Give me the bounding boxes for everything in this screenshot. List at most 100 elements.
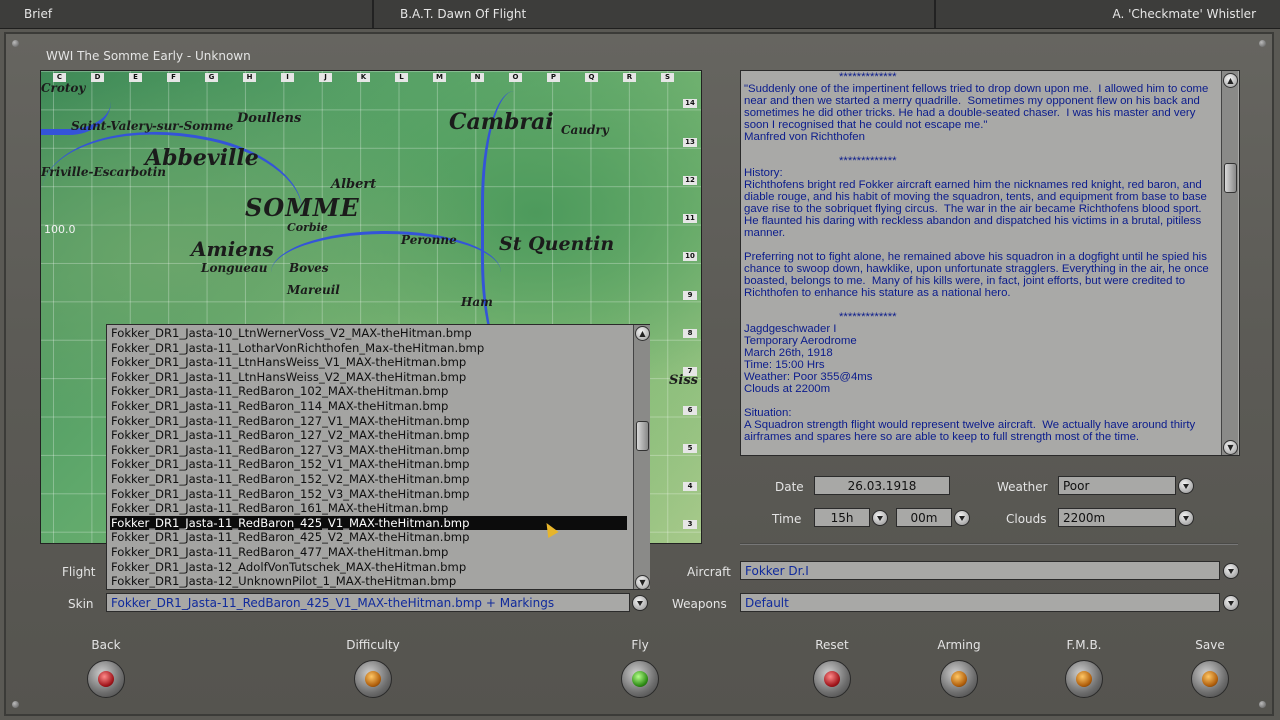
skin-list-item[interactable]: Fokker_DR1_Jasta-12_UnknownPilot_1_MAX-t…: [110, 574, 627, 589]
clouds-label: Clouds: [1006, 512, 1047, 526]
map-column-label: K: [357, 73, 370, 82]
map-column-label: H: [243, 73, 256, 82]
fmb-button[interactable]: F.M.B.: [1034, 638, 1134, 698]
pilot-name: A. 'Checkmate' Whistler: [1112, 7, 1257, 21]
map-town-label: Friville-Escarbotin: [41, 165, 166, 179]
map-row-label: 6: [683, 406, 697, 415]
arming-knob-icon[interactable]: [940, 660, 978, 698]
map-row-label: 14: [683, 99, 697, 108]
briefing-scrollbar[interactable]: ▲ ▼: [1221, 71, 1238, 455]
weather-field[interactable]: Poor: [1058, 476, 1176, 495]
map-row-label: 10: [683, 252, 697, 261]
hour-dropdown-icon[interactable]: [872, 510, 888, 526]
weapons-dropdown-icon[interactable]: [1223, 595, 1239, 611]
map-column-label: J: [319, 73, 332, 82]
skin-select[interactable]: Fokker_DR1_Jasta-11_RedBaron_425_V1_MAX-…: [106, 593, 630, 612]
scroll-up-icon[interactable]: ▲: [1223, 73, 1238, 88]
map-town-label: Peronne: [401, 233, 457, 247]
map-column-label: O: [509, 73, 522, 82]
aircraft-dropdown-icon[interactable]: [1223, 563, 1239, 579]
skin-dropdown-list[interactable]: Fokker_DR1_Jasta-10_LtnWernerVoss_V2_MAX…: [106, 324, 650, 590]
skin-list-item[interactable]: Fokker_DR1_Jasta-11_LtnHansWeiss_V1_MAX-…: [110, 355, 627, 370]
rivet: [1259, 40, 1266, 47]
map-town-label: Crotoy: [41, 81, 86, 95]
fly-knob-icon[interactable]: [621, 660, 659, 698]
map-row-label: 11: [683, 214, 697, 223]
flight-label: Flight: [62, 565, 96, 579]
scroll-down-icon[interactable]: ▼: [1223, 440, 1238, 455]
fmb-knob-icon[interactable]: [1065, 660, 1103, 698]
map-row-label: 12: [683, 176, 697, 185]
scroll-thumb[interactable]: [636, 421, 649, 451]
skin-list-item[interactable]: Fokker_DR1_Jasta-11_RedBaron_161_MAX-the…: [110, 501, 627, 516]
skin-list-item[interactable]: Fokker_DR1_Jasta-11_RedBaron_127_V1_MAX-…: [110, 414, 627, 429]
arming-button[interactable]: Arming: [909, 638, 1009, 698]
date-field[interactable]: 26.03.1918: [814, 476, 950, 495]
amber-lamp-icon: [365, 671, 381, 687]
reset-knob-icon[interactable]: [813, 660, 851, 698]
map-column-label: D: [91, 73, 104, 82]
aircraft-select[interactable]: Fokker Dr.I: [740, 561, 1220, 580]
map-column-label: P: [547, 73, 560, 82]
scroll-up-icon[interactable]: ▲: [635, 326, 650, 341]
weather-label: Weather: [997, 480, 1048, 494]
screen-name: Brief: [0, 0, 374, 28]
map-town-label: Amiens: [191, 237, 274, 261]
minute-dropdown-icon[interactable]: [954, 510, 970, 526]
clouds-field[interactable]: 2200m: [1058, 508, 1176, 527]
map-column-label: M: [433, 73, 446, 82]
skin-list-item[interactable]: Fokker_DR1_Jasta-11_RedBaron_152_V1_MAX-…: [110, 457, 627, 472]
save-button[interactable]: Save: [1160, 638, 1260, 698]
map-row-label: 5: [683, 444, 697, 453]
rivet: [12, 40, 19, 47]
weather-dropdown-icon[interactable]: [1178, 478, 1194, 494]
green-lamp-icon: [632, 671, 648, 687]
minute-field[interactable]: 00m: [896, 508, 952, 527]
scroll-thumb[interactable]: [1224, 163, 1237, 193]
title-bar: Brief B.A.T. Dawn Of Flight A. 'Checkmat…: [0, 0, 1280, 29]
skin-dropdown-icon[interactable]: [632, 595, 648, 611]
divider: [740, 543, 1238, 545]
map-town-label: Albert: [331, 177, 377, 192]
map-column-label: N: [471, 73, 484, 82]
weapons-select[interactable]: Default: [740, 593, 1220, 612]
time-label: Time: [772, 512, 802, 526]
map-town-label: Mareuil: [287, 283, 340, 297]
skin-list-item[interactable]: Fokker_DR1_Jasta-11_LotharVonRichthofen_…: [110, 341, 627, 356]
skin-list-item[interactable]: Fokker_DR1_Jasta-12_AdolfVonTutschek_MAX…: [110, 560, 627, 575]
rivet: [12, 701, 19, 708]
skin-list-item[interactable]: Fokker_DR1_Jasta-11_RedBaron_114_MAX-the…: [110, 399, 627, 414]
map-town-label: Caudry: [561, 123, 609, 137]
map-column-label: F: [167, 73, 180, 82]
map-row-label: 3: [683, 520, 697, 529]
skin-list-item[interactable]: Fokker_DR1_Jasta-11_RedBaron_152_V3_MAX-…: [110, 487, 627, 502]
reset-button-label: Reset: [815, 638, 849, 652]
difficulty-knob-icon[interactable]: [354, 660, 392, 698]
back-button[interactable]: Back: [56, 638, 156, 698]
map-row-label: 8: [683, 329, 697, 338]
map-column-label: G: [205, 73, 218, 82]
skin-list-item[interactable]: Fokker_DR1_Jasta-11_RedBaron_127_V3_MAX-…: [110, 443, 627, 458]
amber-lamp-icon: [951, 671, 967, 687]
map-row-label: 13: [683, 138, 697, 147]
hour-field[interactable]: 15h: [814, 508, 870, 527]
briefing-text-panel[interactable]: ************* "Suddenly one of the imper…: [740, 70, 1240, 456]
save-knob-icon[interactable]: [1191, 660, 1229, 698]
reset-button[interactable]: Reset: [782, 638, 882, 698]
back-knob-icon[interactable]: [87, 660, 125, 698]
clouds-dropdown-icon[interactable]: [1178, 510, 1194, 526]
map-town-label: Boves: [289, 261, 329, 275]
skin-list-item[interactable]: Fokker_DR1_Jasta-11_RedBaron_102_MAX-the…: [110, 384, 627, 399]
skin-list-item[interactable]: Fokker_DR1_Jasta-10_LtnWernerVoss_V2_MAX…: [110, 326, 627, 341]
fly-button[interactable]: Fly: [590, 638, 690, 698]
map-column-label: E: [129, 73, 142, 82]
skin-list-item[interactable]: Fokker_DR1_Jasta-11_RedBaron_152_V2_MAX-…: [110, 472, 627, 487]
skin-list-item[interactable]: Fokker_DR1_Jasta-11_RedBaron_477_MAX-the…: [110, 545, 627, 560]
scroll-down-icon[interactable]: ▼: [635, 575, 650, 590]
skin-list-item[interactable]: Fokker_DR1_Jasta-11_LtnHansWeiss_V2_MAX-…: [110, 370, 627, 385]
skin-list-scrollbar[interactable]: ▲ ▼: [633, 325, 650, 590]
map-column-label: R: [623, 73, 636, 82]
map-town-label: Longueau: [201, 261, 268, 275]
skin-list-item[interactable]: Fokker_DR1_Jasta-11_RedBaron_127_V2_MAX-…: [110, 428, 627, 443]
difficulty-button[interactable]: Difficulty: [323, 638, 423, 698]
